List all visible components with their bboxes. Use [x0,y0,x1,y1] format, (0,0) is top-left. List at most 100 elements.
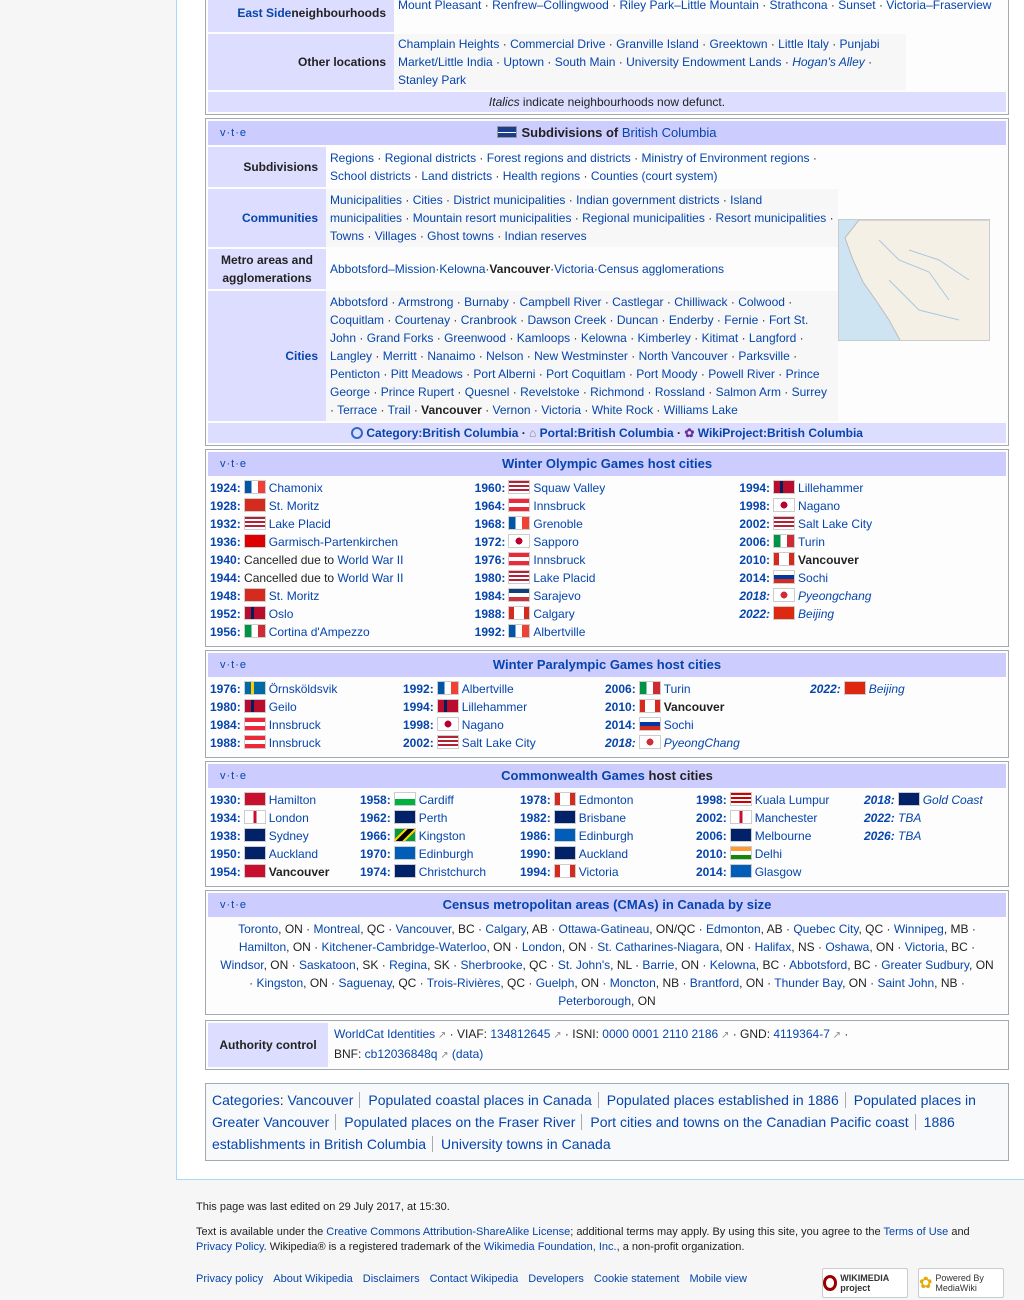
host-city-link[interactable]: Christchurch [419,865,486,879]
nav-link[interactable]: Port Moody [636,367,697,381]
cma-link[interactable]: Windsor [220,958,263,972]
wikiproject-bc-link[interactable]: WikiProject:British Columbia [698,426,863,440]
nav-link[interactable]: Vancouver [489,260,550,278]
nav-link[interactable]: University Endowment Lands [626,55,781,69]
cma-link[interactable]: Winnipeg [894,922,944,936]
nav-link[interactable]: Counties (court system) [591,169,718,183]
games-year[interactable]: 1984: [475,587,506,605]
games-year[interactable]: 2002: [696,809,727,827]
winter-olympics-title-link[interactable]: Winter Olympic Games host cities [502,456,712,471]
host-city-link[interactable]: PyeongChang [664,736,740,750]
host-city-link[interactable]: London [269,811,309,825]
games-year[interactable]: 1970: [360,845,391,863]
nav-link[interactable]: Indian government districts [576,193,719,207]
games-year[interactable]: 1992: [475,623,506,641]
games-year[interactable]: 1938: [210,827,241,845]
nav-link[interactable]: Uptown [503,55,544,69]
nav-link[interactable]: Ministry of Environment regions [641,151,809,165]
authority-id-link[interactable]: 0000 0001 2110 2186 [602,1027,718,1041]
games-year[interactable]: 1998: [696,791,727,809]
host-city-link[interactable]: Vancouver [798,553,859,567]
games-year[interactable]: 1964: [475,497,506,515]
bc-row-header[interactable]: Cities [208,291,326,421]
host-city-link[interactable]: Edinburgh [579,829,634,843]
nav-link[interactable]: Vancouver [421,403,482,417]
games-year[interactable]: 1930: [210,791,241,809]
host-city-link[interactable]: Örnsköldsvik [269,682,338,696]
nav-link[interactable]: Campbell River [519,295,601,309]
host-city-link[interactable]: Chamonix [269,481,323,495]
footer-link[interactable]: Developers [528,1273,584,1285]
nav-link[interactable]: Trail [388,403,411,417]
nav-link[interactable]: Langford [749,331,796,345]
nav-link[interactable]: Greektown [709,37,767,51]
nav-link[interactable]: Salmon Arm [716,385,781,399]
wikimedia-badge[interactable]: WIKIMEDIA project [822,1268,908,1298]
nav-link[interactable]: Victoria–Fraserview [886,0,991,12]
cma-link[interactable]: London [522,940,562,954]
nav-link[interactable]: Kamloops [517,331,570,345]
authority-id-link[interactable]: 4119364-7 [773,1027,830,1041]
nav-link[interactable]: Hogan's Alley [792,55,865,69]
cma-link[interactable]: Toronto [238,922,278,936]
games-year[interactable]: 1950: [210,845,241,863]
games-year[interactable]: 2018: [739,587,770,605]
nav-link[interactable]: District municipalities [453,193,565,207]
nav-link[interactable]: Regions [330,151,374,165]
host-city-link[interactable]: Salt Lake City [462,736,536,750]
games-year[interactable]: 2006: [605,680,636,698]
cma-link[interactable]: St. John's [558,958,610,972]
host-city-link[interactable]: Albertville [462,682,514,696]
cma-link[interactable]: Regina [389,958,427,972]
vte-links[interactable]: v·t·e [220,121,247,145]
host-city-link[interactable]: Sochi [664,718,694,732]
games-year[interactable]: 1960: [475,479,506,497]
host-city-link[interactable]: Innsbruck [533,499,585,513]
nav-link[interactable]: Surrey [792,385,827,399]
nav-link[interactable]: Nanaimo [427,349,475,363]
games-year[interactable]: 2010: [696,845,727,863]
host-city-link[interactable]: Delhi [755,847,782,861]
host-city-link[interactable]: Pyeongchang [798,589,871,603]
host-city-link[interactable]: Victoria [579,865,619,879]
nav-link[interactable]: Sunset [838,0,875,12]
host-city-link[interactable]: TBA [898,811,921,825]
games-year[interactable]: 1998: [739,497,770,515]
host-city-link[interactable]: Sarajevo [533,589,580,603]
nav-link[interactable]: Granville Island [616,37,699,51]
games-year[interactable]: 2006: [696,827,727,845]
cma-title-link[interactable]: Census metropolitan areas (CMAs) in Cana… [443,897,772,912]
host-city-link[interactable]: Hamilton [269,793,316,807]
nav-link[interactable]: Kimberley [638,331,691,345]
bnf-link[interactable]: cb12036848q [365,1047,438,1061]
world-war-link[interactable]: World War II [337,553,403,567]
cma-link[interactable]: Guelph [536,976,575,990]
host-city-link[interactable]: Garmisch-Partenkirchen [269,535,398,549]
games-year[interactable]: 2014: [696,863,727,881]
nav-link[interactable]: Strathcona [770,0,828,12]
footer-link[interactable]: Cookie statement [594,1273,680,1285]
nav-link[interactable]: Abbotsford–Mission [330,260,435,278]
nav-link[interactable]: Rossland [655,385,705,399]
cma-link[interactable]: Saint John [877,976,934,990]
games-year[interactable]: 2022: [864,809,895,827]
footer-link[interactable]: About Wikipedia [273,1273,353,1285]
games-year[interactable]: 1944: [210,569,241,587]
host-city-link[interactable]: Cardiff [419,793,454,807]
host-city-link[interactable]: Kingston [419,829,466,843]
cma-link[interactable]: Hamilton [239,940,286,954]
categories-label[interactable]: Categories [212,1092,280,1108]
category-bc-link[interactable]: Category:British Columbia [366,426,518,440]
nav-link[interactable]: Towns [330,229,364,243]
nav-link[interactable]: Nelson [486,349,523,363]
games-year[interactable]: 1988: [475,605,506,623]
nav-link[interactable]: North Vancouver [639,349,728,363]
games-year[interactable]: 1954: [210,863,241,881]
host-city-link[interactable]: Edinburgh [419,847,474,861]
host-city-link[interactable]: Lillehammer [462,700,527,714]
cma-link[interactable]: Saguenay [339,976,392,990]
nav-link[interactable]: Richmond [590,385,644,399]
commonwealth-title-link[interactable]: Commonwealth Games [501,768,645,783]
games-year[interactable]: 1948: [210,587,241,605]
host-city-link[interactable]: Beijing [798,607,834,621]
